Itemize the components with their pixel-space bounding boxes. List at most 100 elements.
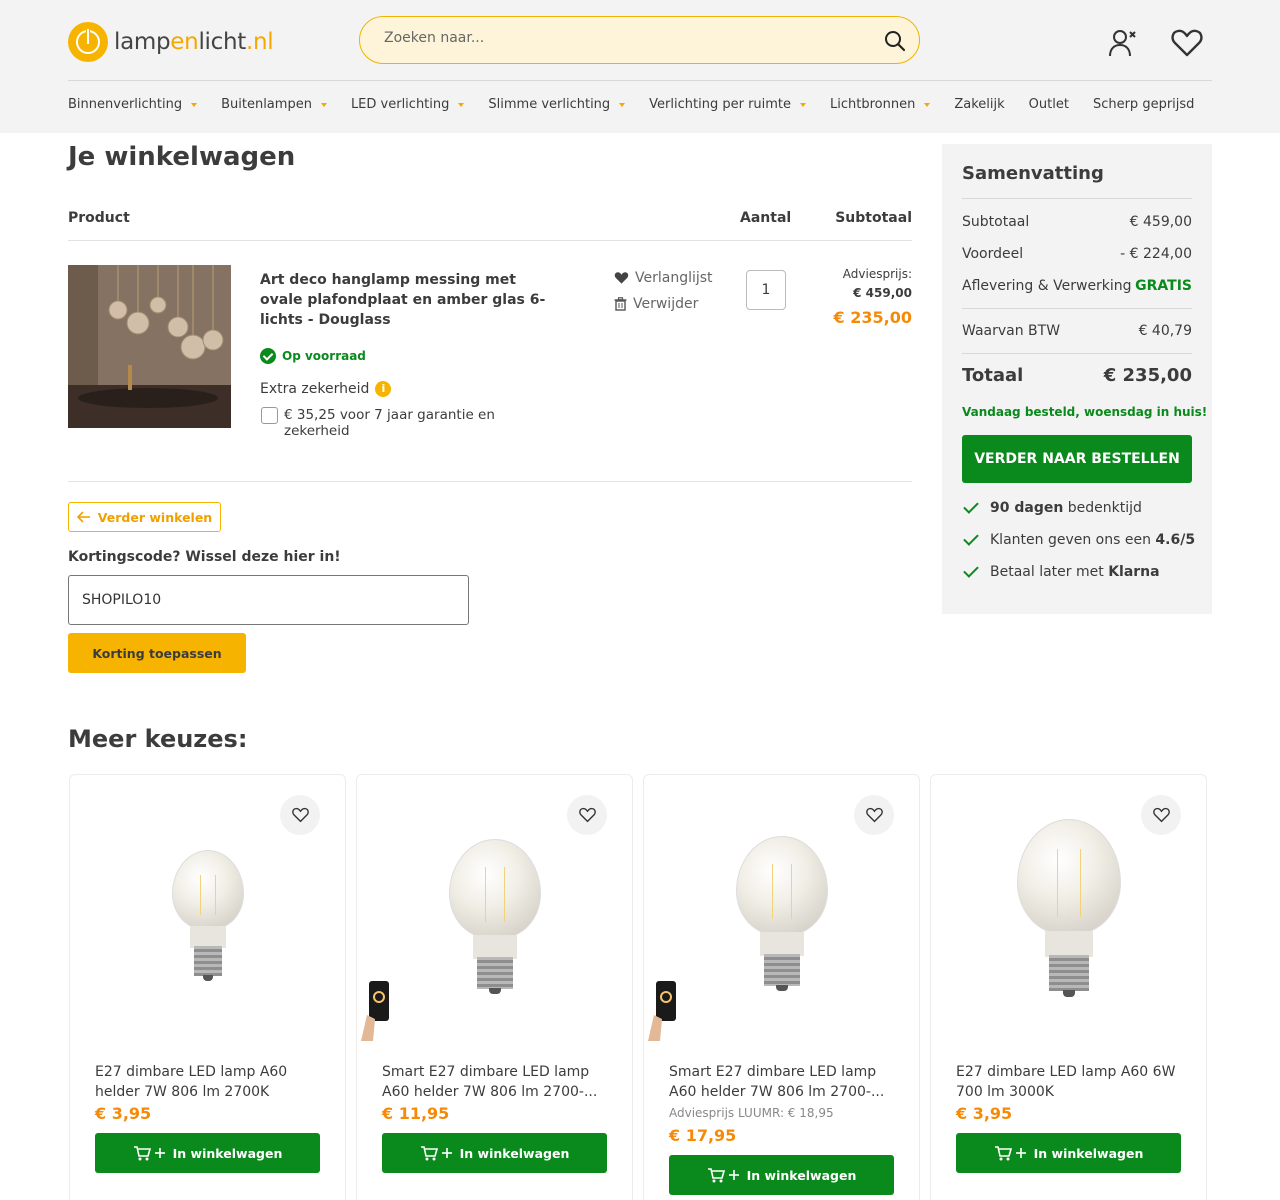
product-card-name[interactable]: E27 dimbare LED lamp A60 helder 7W 806 lm…	[95, 1062, 325, 1102]
heart-icon[interactable]	[854, 795, 894, 835]
advice-price-value: € 459,00	[853, 286, 912, 300]
divider	[68, 240, 912, 241]
product-card-price: € 3,95	[956, 1104, 1013, 1123]
page-title: Je winkelwagen	[68, 142, 296, 172]
add-to-cart-button[interactable]: In winkelwagen	[669, 1155, 894, 1195]
logo-icon	[68, 22, 108, 62]
product-card-name[interactable]: Smart E27 dimbare LED lamp A60 helder 7W …	[669, 1062, 899, 1102]
nav-item-led-verlichting[interactable]: LED verlichting	[351, 97, 465, 112]
check-circle-icon	[260, 348, 276, 364]
search-icon[interactable]	[883, 29, 907, 53]
product-card[interactable]: Smart E27 dimbare LED lamp A60 helder 7W …	[643, 774, 920, 1200]
coupon-label: Kortingscode? Wissel deze hier in!	[68, 549, 341, 565]
checkmark-icon	[962, 531, 980, 549]
nav-item-scherp-geprijsd[interactable]: Scherp geprijsd	[1093, 97, 1194, 112]
arrow-left-icon	[76, 511, 90, 523]
add-to-wishlist-link[interactable]: Verlanglijst	[614, 270, 713, 286]
trash-icon	[614, 297, 627, 311]
product-image[interactable]	[171, 850, 244, 985]
cart-plus-icon	[420, 1146, 452, 1161]
product-card[interactable]: E27 dimbare LED lamp A60 helder 7W 806 lm…	[69, 774, 346, 1200]
heart-icon[interactable]	[280, 795, 320, 835]
product-card[interactable]: E27 dimbare LED lamp A60 6W 700 lm 3000K …	[930, 774, 1207, 1200]
product-image[interactable]	[68, 265, 231, 428]
nav-item-binnenverlichting[interactable]: Binnenverlichting	[68, 97, 198, 112]
remove-item-link[interactable]: Verwijder	[614, 296, 698, 312]
product-image[interactable]	[735, 836, 828, 996]
product-name[interactable]: Art deco hanglamp messing met ovale plaf…	[260, 270, 550, 330]
caret-down-icon	[191, 103, 198, 107]
column-subtotal: Subtotaal	[835, 210, 912, 226]
nav-item-buitenlampen[interactable]: Buitenlampen	[221, 97, 327, 112]
wishlist-heart-icon[interactable]	[1171, 28, 1203, 58]
logo[interactable]: lampenlicht.nl	[68, 22, 274, 62]
caret-down-icon	[924, 103, 931, 107]
total-row: Totaal € 235,00	[962, 365, 1192, 386]
summary-title: Samenvatting	[962, 163, 1104, 184]
order-summary: Samenvatting Subtotaal € 459,00 Voordeel -…	[942, 144, 1212, 614]
stock-status: Op voorraad	[260, 348, 366, 364]
product-card-price: € 11,95	[382, 1104, 450, 1123]
checkmark-icon	[962, 563, 980, 581]
usp-rating: Klanten geven ons een 4.6/5	[962, 531, 1195, 549]
quantity-input[interactable]: 1	[746, 270, 786, 310]
checkout-button[interactable]: VERDER NAAR BESTELLEN	[962, 435, 1192, 483]
product-image[interactable]	[448, 839, 541, 999]
nav-item-slimme-verlichting[interactable]: Slimme verlichting	[488, 97, 626, 112]
advice-price-label: Adviesprijs:	[842, 267, 912, 281]
cart-plus-icon	[994, 1146, 1026, 1161]
column-quantity: Aantal	[740, 210, 792, 226]
coupon-input[interactable]	[68, 575, 469, 625]
checkmark-icon	[962, 499, 980, 517]
product-card[interactable]: Smart E27 dimbare LED lamp A60 helder 7W …	[356, 774, 633, 1200]
warranty-checkbox[interactable]	[261, 407, 278, 424]
divider	[68, 481, 912, 482]
delivery-note: Vandaag besteld, woensdag in huis!	[962, 405, 1208, 419]
search-bar	[359, 16, 920, 64]
product-card-name[interactable]: E27 dimbare LED lamp A60 6W 700 lm 3000K	[956, 1062, 1186, 1102]
heart-icon	[614, 272, 629, 284]
vat-row: Waarvan BTW € 40,79	[962, 323, 1192, 339]
heart-icon[interactable]	[1141, 795, 1181, 835]
usp-klarna: Betaal later met Klarna	[962, 563, 1160, 581]
warranty-option-label[interactable]: € 35,25 voor 7 jaar garantie en zekerhei…	[284, 407, 524, 439]
account-icon[interactable]	[1108, 28, 1138, 58]
product-card-name[interactable]: Smart E27 dimbare LED lamp A60 helder 7W …	[382, 1062, 612, 1102]
product-card-price: € 17,95	[669, 1126, 737, 1145]
continue-shopping-button[interactable]: Verder winkelen	[68, 502, 221, 532]
smartphone-icon	[648, 981, 676, 1041]
nav-item-zakelijk[interactable]: Zakelijk	[954, 97, 1004, 112]
smartphone-icon	[361, 981, 389, 1041]
extra-warranty-title: Extra zekerheid i	[260, 381, 392, 397]
main-nav: Binnenverlichting Buitenlampen LED verli…	[68, 97, 1218, 112]
nav-item-verlichting-per-ruimte[interactable]: Verlichting per ruimte	[649, 97, 807, 112]
cart-plus-icon	[707, 1168, 739, 1183]
caret-down-icon	[619, 103, 626, 107]
apply-coupon-button[interactable]: Korting toepassen	[68, 633, 246, 673]
search-input[interactable]	[384, 30, 864, 46]
product-card-advice-price: Adviesprijs LUUMR: € 18,95	[669, 1106, 834, 1120]
logo-text: lampenlicht.nl	[114, 29, 274, 55]
product-image[interactable]	[1016, 819, 1121, 1001]
cart-plus-icon	[133, 1146, 165, 1161]
usp-return: 90 dagen bedenktijd	[962, 499, 1142, 517]
item-price: € 235,00	[833, 308, 912, 327]
divider	[962, 198, 1192, 199]
caret-down-icon	[320, 103, 327, 107]
divider	[962, 353, 1192, 354]
divider	[962, 308, 1192, 309]
add-to-cart-button[interactable]: In winkelwagen	[95, 1133, 320, 1173]
product-card-price: € 3,95	[95, 1104, 152, 1123]
add-to-cart-button[interactable]: In winkelwagen	[956, 1133, 1181, 1173]
caret-down-icon	[458, 103, 465, 107]
nav-item-outlet[interactable]: Outlet	[1029, 97, 1069, 112]
info-icon[interactable]: i	[375, 381, 392, 397]
more-choices-title: Meer keuzes:	[68, 725, 248, 753]
heart-icon[interactable]	[567, 795, 607, 835]
caret-down-icon	[800, 103, 807, 107]
discount-row: Voordeel - € 224,00	[962, 246, 1192, 262]
nav-item-lichtbronnen[interactable]: Lichtbronnen	[830, 97, 931, 112]
add-to-cart-button[interactable]: In winkelwagen	[382, 1133, 607, 1173]
cart-table-header: Product Aantal Subtotaal	[68, 210, 912, 240]
site-header: lampenlicht.nl Binnenverlichting Buitenl…	[0, 0, 1280, 133]
